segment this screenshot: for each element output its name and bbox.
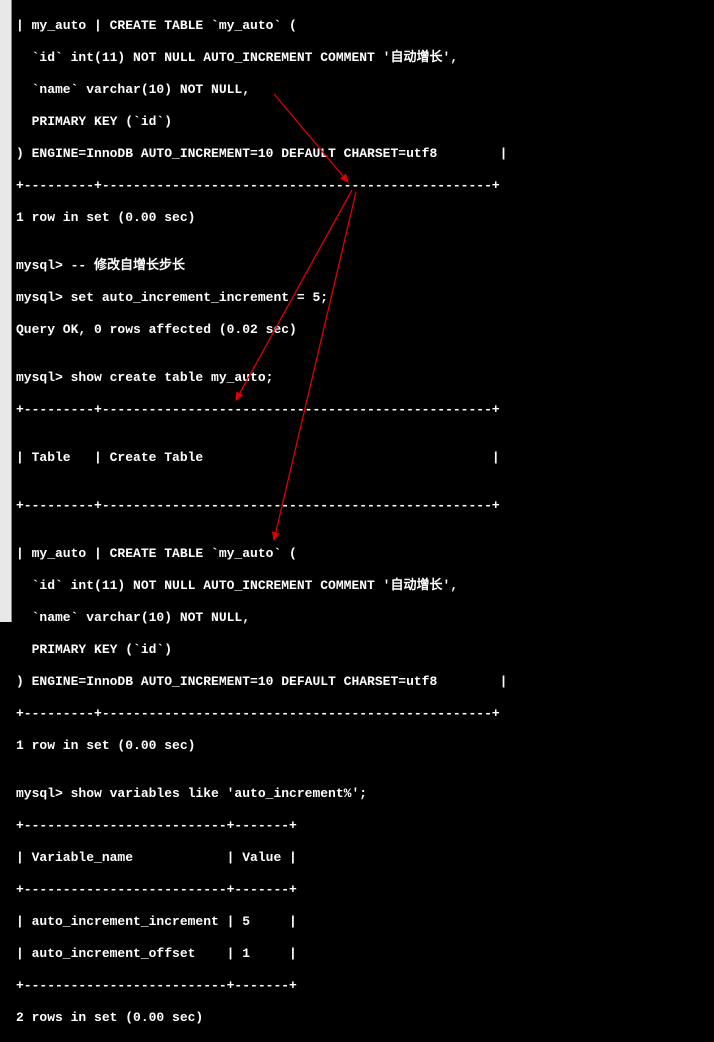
output-line: ) ENGINE=InnoDB AUTO_INCREMENT=10 DEFAUL… xyxy=(16,674,710,690)
output-line: `id` int(11) NOT NULL AUTO_INCREMENT COM… xyxy=(16,578,710,594)
prompt-set-increment: mysql> set auto_increment_increment = 5; xyxy=(16,290,710,306)
result-summary: Query OK, 0 rows affected (0.02 sec) xyxy=(16,322,710,338)
output-line: `name` varchar(10) NOT NULL, xyxy=(16,82,710,98)
output-line: `name` varchar(10) NOT NULL, xyxy=(16,610,710,626)
terminal-output[interactable]: | my_auto | CREATE TABLE `my_auto` ( `id… xyxy=(12,0,714,622)
window-left-chrome xyxy=(0,0,12,622)
table-border: +--------------------------+-------+ xyxy=(16,978,710,994)
table-row: | auto_increment_offset | 1 | xyxy=(16,946,710,962)
prompt-show-variables: mysql> show variables like 'auto_increme… xyxy=(16,786,710,802)
output-line: PRIMARY KEY (`id`) xyxy=(16,642,710,658)
result-summary: 1 row in set (0.00 sec) xyxy=(16,210,710,226)
prompt-comment: mysql> -- 修改自增长步长 xyxy=(16,258,710,274)
output-line: | my_auto | CREATE TABLE `my_auto` ( xyxy=(16,546,710,562)
table-border: +--------------------------+-------+ xyxy=(16,882,710,898)
result-summary: 1 row in set (0.00 sec) xyxy=(16,738,710,754)
output-line: `id` int(11) NOT NULL AUTO_INCREMENT COM… xyxy=(16,50,710,66)
output-line: | my_auto | CREATE TABLE `my_auto` ( xyxy=(16,18,710,34)
table-header: | Table | Create Table | xyxy=(16,450,710,466)
table-header: | Variable_name | Value | xyxy=(16,850,710,866)
output-line: PRIMARY KEY (`id`) xyxy=(16,114,710,130)
table-border: +---------+-----------------------------… xyxy=(16,178,710,194)
result-summary: 2 rows in set (0.00 sec) xyxy=(16,1010,710,1026)
output-line: ) ENGINE=InnoDB AUTO_INCREMENT=10 DEFAUL… xyxy=(16,146,710,162)
prompt-show-create: mysql> show create table my_auto; xyxy=(16,370,710,386)
table-border: +---------+-----------------------------… xyxy=(16,706,710,722)
table-row: | auto_increment_increment | 5 | xyxy=(16,914,710,930)
table-border: +--------------------------+-------+ xyxy=(16,818,710,834)
table-border: +---------+-----------------------------… xyxy=(16,498,710,514)
table-border: +---------+-----------------------------… xyxy=(16,402,710,418)
